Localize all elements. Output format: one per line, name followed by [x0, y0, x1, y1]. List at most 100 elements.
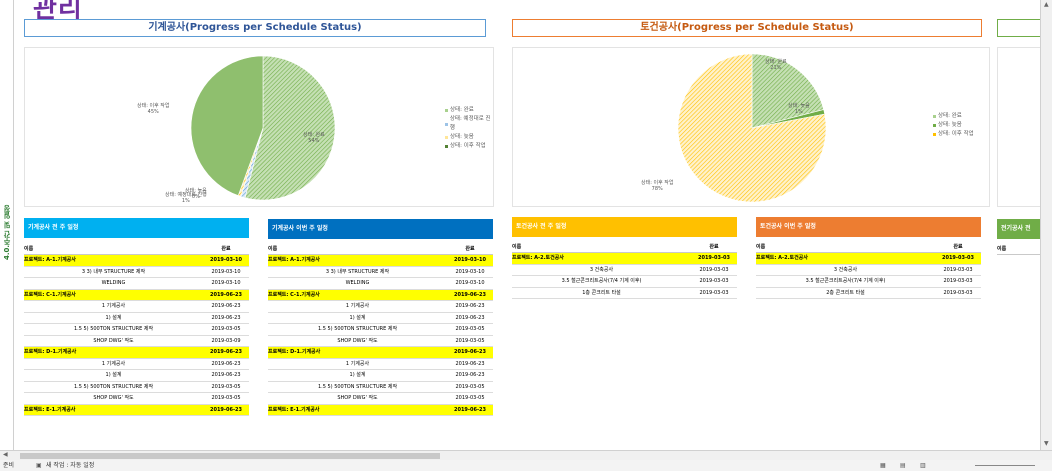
project-row[interactable]: 프로젝트: C-1.기계공사 2019-06-23 — [24, 289, 249, 301]
status-macro[interactable]: 새 작업 : 자동 일정 — [46, 460, 94, 471]
finish-date-cell[interactable]: 2019-06-23 — [447, 359, 493, 370]
task-row[interactable]: 1) 설계 2019-06-23 — [268, 370, 493, 382]
finish-date-cell[interactable]: 2019-03-03 — [691, 288, 737, 299]
task-row[interactable]: 1.5 5) 500TON STRUCTURE 제작 2019-03-05 — [24, 382, 249, 393]
task-row[interactable]: 1.5 5) 500TON STRUCTURE 제작 2019-03-05 — [268, 382, 493, 393]
task-name-cell[interactable]: 프로젝트: E-1.기계공사 — [268, 405, 447, 416]
finish-date-cell[interactable]: 2019-06-23 — [447, 290, 493, 301]
task-name-cell[interactable]: 프로젝트: D-1.기계공사 — [268, 347, 447, 358]
horizontal-scrollbar[interactable]: ◀ — [0, 450, 1052, 460]
macro-record-icon[interactable]: ▣ — [36, 460, 42, 471]
scroll-down-icon[interactable]: ▼ — [1044, 440, 1049, 447]
task-name-cell[interactable]: 프로젝트: C-1.기계공사 — [268, 290, 447, 301]
task-name-cell[interactable]: 1.5 5) 500TON STRUCTURE 제작 — [24, 324, 203, 335]
task-name-cell[interactable]: 프로젝트: E-1.기계공사 — [24, 405, 203, 416]
finish-date-cell[interactable]: 2019-03-05 — [447, 393, 493, 404]
vertical-scrollbar[interactable]: ▲ ▼ — [1040, 0, 1052, 450]
finish-date-cell[interactable]: 2019-03-10 — [447, 267, 493, 278]
finish-date-cell[interactable]: 2019-06-23 — [203, 301, 249, 312]
project-row[interactable]: 프로젝트: A-2.토건공사 2019-03-03 — [512, 253, 737, 265]
task-row[interactable]: 2층 콘크리트 타설 2019-03-03 — [756, 288, 981, 299]
finish-date-cell[interactable]: 2019-03-05 — [447, 382, 493, 393]
task-name-cell[interactable]: 2층 콘크리트 타설 — [756, 288, 935, 299]
task-name-cell[interactable]: 프로젝트: C-1.기계공사 — [24, 290, 203, 301]
task-row[interactable]: SHOP DWG' 작도 2019-03-05 — [268, 393, 493, 405]
task-name-cell[interactable]: 프로젝트: A-2.토건공사 — [512, 253, 691, 264]
project-row[interactable]: 프로젝트: D-1.기계공사 2019-06-23 — [268, 347, 493, 359]
scroll-up-icon[interactable]: ▲ — [1044, 1, 1049, 8]
finish-date-cell[interactable]: 2019-03-05 — [203, 382, 249, 393]
finish-date-cell[interactable]: 2019-03-05 — [203, 393, 249, 404]
finish-date-cell[interactable]: 2019-06-23 — [203, 370, 249, 381]
task-row[interactable]: SHOP DWG' 작도 2019-03-05 — [24, 393, 249, 405]
finish-date-cell[interactable]: 2019-03-10 — [203, 255, 249, 266]
task-name-cell[interactable]: 1) 설계 — [268, 370, 447, 381]
task-row[interactable]: 1) 설계 2019-06-23 — [268, 313, 493, 324]
finish-date-cell[interactable]: 2019-06-23 — [203, 359, 249, 370]
task-name-cell[interactable]: 3 3) 내부 STRUCTURE 제작 — [268, 267, 447, 278]
scroll-left-icon[interactable]: ◀ — [3, 451, 8, 458]
side-sheet-label[interactable]: 4.0.주간 및 일정 — [2, 200, 12, 260]
task-name-cell[interactable]: 1.5 5) 500TON STRUCTURE 제작 — [268, 382, 447, 393]
task-row[interactable]: 3 건축공사 2019-03-03 — [512, 265, 737, 276]
task-name-cell[interactable]: 1) 설계 — [24, 313, 203, 324]
finish-date-cell[interactable]: 2019-06-23 — [447, 313, 493, 324]
task-row[interactable]: 1 기계공사 2019-06-23 — [268, 301, 493, 313]
zoom-slider[interactable] — [975, 465, 1035, 466]
task-name-cell[interactable]: WELDING — [268, 278, 447, 289]
task-row[interactable]: WELDING 2019-03-10 — [24, 278, 249, 290]
finish-date-cell[interactable]: 2019-03-03 — [691, 265, 737, 276]
task-row[interactable]: 1 기계공사 2019-06-23 — [268, 359, 493, 370]
task-name-cell[interactable]: 1.5 5) 500TON STRUCTURE 제작 — [24, 382, 203, 393]
task-name-cell[interactable]: 3.5 철근콘크리트공사(7/4 기계 이후) — [512, 276, 691, 287]
finish-date-cell[interactable]: 2019-03-10 — [447, 278, 493, 289]
task-row[interactable]: 1) 설계 2019-06-23 — [24, 313, 249, 324]
finish-date-cell[interactable]: 2019-06-23 — [447, 347, 493, 358]
task-row[interactable]: WELDING 2019-03-10 — [268, 278, 493, 290]
finish-date-cell[interactable]: 2019-03-10 — [447, 255, 493, 266]
finish-date-cell[interactable]: 2019-06-23 — [447, 405, 493, 416]
task-name-cell[interactable]: 프로젝트: D-1.기계공사 — [24, 347, 203, 358]
project-row[interactable]: 프로젝트: A-1.기계공사 2019-03-10 — [24, 255, 249, 267]
project-row[interactable]: 프로젝트: C-1.기계공사 2019-06-23 — [268, 289, 493, 301]
finish-date-cell[interactable]: 2019-06-23 — [203, 290, 249, 301]
task-name-cell[interactable]: 1층 콘크리트 타설 — [512, 288, 691, 299]
task-name-cell[interactable]: 1 기계공사 — [268, 301, 447, 312]
task-name-cell[interactable]: WELDING — [24, 278, 203, 289]
project-row[interactable]: 프로젝트: A-1.기계공사 2019-03-10 — [268, 255, 493, 267]
task-name-cell[interactable]: 3.5 철근콘크리트공사(7/4 기계 이후) — [756, 276, 935, 287]
finish-date-cell[interactable]: 2019-03-05 — [447, 336, 493, 347]
finish-date-cell[interactable]: 2019-03-03 — [691, 276, 737, 287]
task-row[interactable]: SHOP DWG' 작도 2019-03-09 — [24, 336, 249, 347]
finish-date-cell[interactable]: 2019-03-05 — [447, 324, 493, 335]
task-row[interactable]: 3.5 철근콘크리트공사(7/4 기계 이후) 2019-03-03 — [756, 276, 981, 288]
view-layout-icon[interactable]: ▤ — [900, 460, 906, 471]
task-name-cell[interactable]: SHOP DWG' 작도 — [24, 336, 203, 347]
finish-date-cell[interactable]: 2019-06-23 — [203, 313, 249, 324]
finish-date-cell[interactable]: 2019-03-03 — [935, 288, 981, 299]
task-name-cell[interactable]: SHOP DWG' 작도 — [268, 393, 447, 404]
finish-date-cell[interactable]: 2019-03-09 — [203, 336, 249, 347]
task-row[interactable]: 1) 설계 2019-06-23 — [24, 370, 249, 382]
project-row[interactable]: 프로젝트: E-1.기계공사 2019-06-23 — [24, 404, 249, 416]
view-normal-icon[interactable]: ▦ — [880, 460, 886, 471]
task-row[interactable]: 3 3) 내부 STRUCTURE 제작 2019-03-10 — [24, 267, 249, 278]
task-name-cell[interactable]: 1 기계공사 — [24, 359, 203, 370]
task-name-cell[interactable]: 프로젝트: A-2.토건공사 — [756, 253, 935, 264]
finish-date-cell[interactable]: 2019-03-10 — [203, 278, 249, 289]
task-name-cell[interactable]: 프로젝트: A-1.기계공사 — [268, 255, 447, 266]
task-name-cell[interactable]: SHOP DWG' 작도 — [268, 336, 447, 347]
task-row[interactable]: 1.5 5) 500TON STRUCTURE 제작 2019-03-05 — [268, 324, 493, 336]
task-row[interactable]: 1 기계공사 2019-06-23 — [24, 301, 249, 313]
finish-date-cell[interactable]: 2019-03-03 — [935, 253, 981, 264]
project-row[interactable]: 프로젝트: A-2.토건공사 2019-03-03 — [756, 253, 981, 265]
task-name-cell[interactable]: 1) 설계 — [24, 370, 203, 381]
task-row[interactable]: 3 건축공사 2019-03-03 — [756, 265, 981, 276]
finish-date-cell[interactable]: 2019-06-23 — [447, 301, 493, 312]
task-name-cell[interactable]: 3 건축공사 — [756, 265, 935, 276]
task-name-cell[interactable]: 3 3) 내부 STRUCTURE 제작 — [24, 267, 203, 278]
finish-date-cell[interactable]: 2019-06-23 — [203, 347, 249, 358]
view-pagebreak-icon[interactable]: ▥ — [920, 460, 926, 471]
task-row[interactable]: 1.5 5) 500TON STRUCTURE 제작 2019-03-05 — [24, 324, 249, 336]
finish-date-cell[interactable]: 2019-03-10 — [203, 267, 249, 278]
